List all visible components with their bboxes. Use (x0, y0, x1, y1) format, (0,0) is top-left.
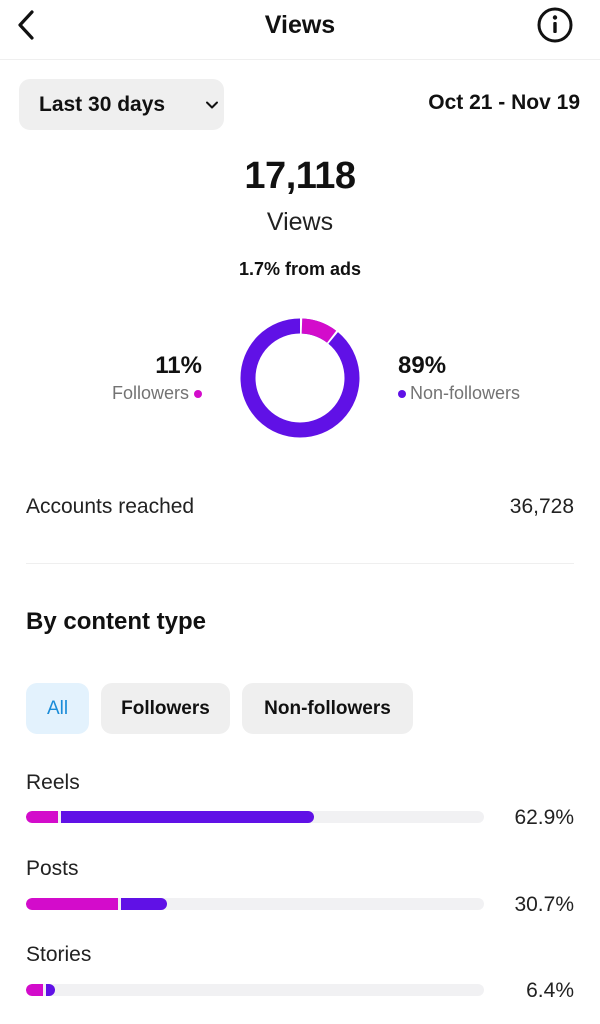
content-type-title: By content type (26, 608, 207, 635)
info-icon (537, 7, 573, 43)
reels-non-followers-segment (60, 811, 315, 823)
date-range-dropdown-label: Last 30 days (39, 93, 166, 116)
section-divider (26, 563, 574, 564)
audience-donut-chart (239, 317, 361, 439)
filter-chip-all[interactable]: All (26, 683, 89, 734)
top-bar: Views (0, 0, 600, 60)
chevron-down-icon (206, 101, 218, 109)
non-followers-legend-label: Non-followers (410, 383, 521, 403)
followers-dot-icon (194, 389, 202, 398)
posts-non-followers-segment (120, 898, 167, 910)
content-type-label-stories: Stories (26, 943, 92, 966)
ads-share-note: 1.7% from ads (238, 259, 362, 279)
posts-followers-segment (26, 898, 118, 910)
content-type-bar-reels (26, 811, 484, 823)
followers-percent: 11% (155, 352, 202, 379)
reels-followers-segment (26, 811, 58, 823)
content-type-label-posts: Posts (26, 857, 79, 880)
donut-non-followers-arc (240, 318, 360, 438)
stories-non-followers-segment (45, 984, 56, 996)
page-title: Views (264, 11, 336, 39)
info-button[interactable] (535, 5, 575, 45)
followers-legend-label: Followers (111, 383, 189, 403)
non-followers-legend: Non-followers (398, 383, 520, 404)
date-range-dropdown[interactable]: Last 30 days (19, 79, 224, 130)
total-views-label: Views (266, 208, 334, 236)
followers-legend: Followers (112, 383, 202, 404)
content-type-bar-stories (26, 984, 484, 996)
total-views-value: 17,118 (244, 155, 356, 197)
filter-chip-non-followers[interactable]: Non-followers (242, 683, 413, 734)
content-type-bar-posts (26, 898, 484, 910)
accounts-reached-label: Accounts reached (26, 495, 195, 518)
filter-chip-followers[interactable]: Followers (101, 683, 230, 734)
content-type-percent-stories: 6.4% (526, 979, 574, 1002)
stories-followers-segment (26, 984, 43, 996)
date-range-text: Oct 21 - Nov 19 (428, 91, 580, 114)
accounts-reached-value: 36,728 (509, 495, 574, 518)
content-type-percent-reels: 62.9% (514, 806, 574, 829)
content-type-percent-posts: 30.7% (514, 893, 574, 916)
non-followers-dot-icon (398, 389, 406, 398)
content-type-label-reels: Reels (26, 771, 80, 794)
non-followers-percent: 89% (398, 352, 447, 379)
